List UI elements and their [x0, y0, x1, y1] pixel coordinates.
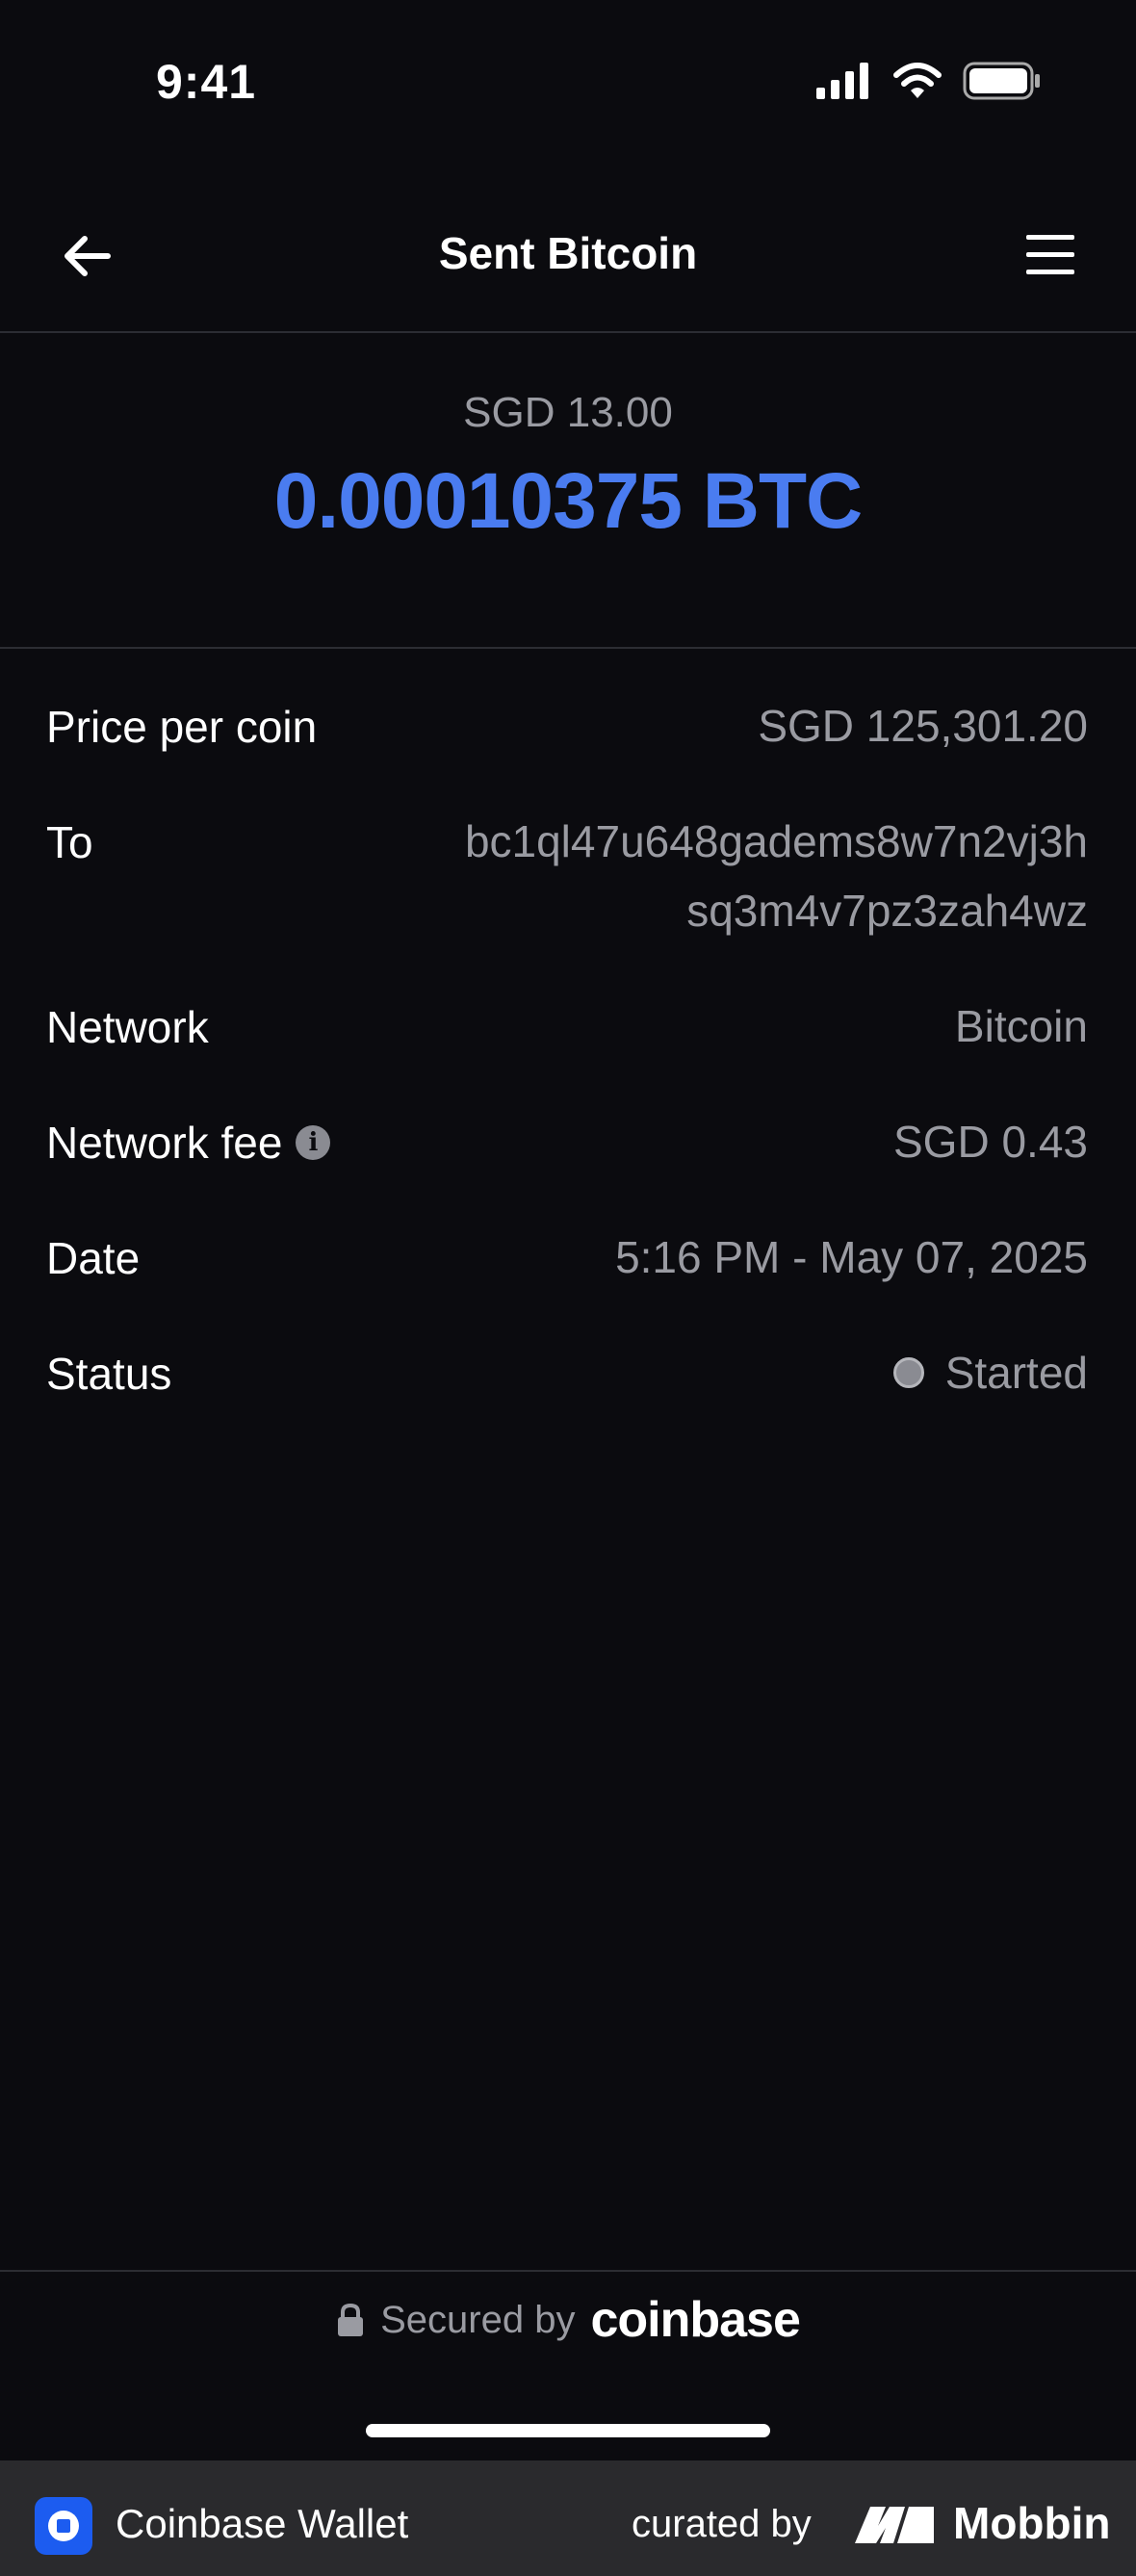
- status-bar: 9:41: [0, 0, 1136, 164]
- status-value: Started: [892, 1338, 1088, 1407]
- secured-by-text: Secured by: [380, 2298, 576, 2341]
- signal-icon: [816, 63, 868, 99]
- navigation-bar: Sent Bitcoin: [0, 193, 1136, 333]
- detail-value: Bitcoin: [954, 1001, 1088, 1051]
- detail-label: To: [46, 817, 93, 867]
- mobbin-logo-icon: [855, 2507, 934, 2543]
- address-line-1: bc1ql47u648gadems8w7n2vj3h: [464, 816, 1088, 866]
- detail-value: SGD 125,301.20: [758, 701, 1088, 751]
- secured-footer: Secured by coinbase: [0, 2270, 1136, 2368]
- address-line-2: sq3m4v7pz3zah4wz: [686, 886, 1088, 936]
- home-indicator[interactable]: [366, 2424, 770, 2437]
- detail-label: Date: [46, 1233, 141, 1283]
- coinbase-wallet-app-icon: [35, 2497, 92, 2555]
- detail-value: SGD 0.43: [893, 1117, 1088, 1167]
- attribution-bar: Coinbase Wallet curated by Mobbin: [0, 2460, 1136, 2576]
- amount-section: SGD 13.00 0.00010375 BTC: [0, 333, 1136, 649]
- recipient-address[interactable]: bc1ql47u648gadems8w7n2vj3h sq3m4v7pz3zah…: [465, 807, 1088, 945]
- info-icon[interactable]: i: [296, 1125, 331, 1160]
- battery-icon: [963, 62, 1040, 100]
- wifi-icon: [893, 63, 942, 98]
- coinbase-logo: coinbase: [590, 2292, 800, 2348]
- status-time: 9:41: [156, 55, 257, 109]
- mobbin-brand: Mobbin: [953, 2498, 1111, 2548]
- page-title: Sent Bitcoin: [438, 228, 698, 278]
- menu-icon[interactable]: [1024, 229, 1076, 281]
- app-name: Coinbase Wallet: [116, 2501, 409, 2546]
- detail-label: Network fee: [46, 1118, 283, 1168]
- crypto-amount: 0.00010375 BTC: [273, 457, 864, 545]
- detail-label: Price per coin: [46, 702, 318, 752]
- detail-label: Status: [46, 1349, 172, 1399]
- lock-icon: [338, 2303, 364, 2336]
- secured-by: Secured by coinbase: [0, 2291, 1136, 2349]
- status-dot-icon: [892, 1356, 924, 1388]
- status-text: Started: [944, 1348, 1088, 1398]
- detail-label: Network: [46, 1002, 209, 1052]
- status-icons: [814, 62, 1042, 100]
- curated-by-text: curated by: [632, 2503, 812, 2545]
- detail-label-wrap: Network fee i: [46, 1117, 331, 1169]
- fiat-amount: SGD 13.00: [463, 389, 673, 436]
- detail-value: 5:16 PM - May 07, 2025: [615, 1232, 1088, 1282]
